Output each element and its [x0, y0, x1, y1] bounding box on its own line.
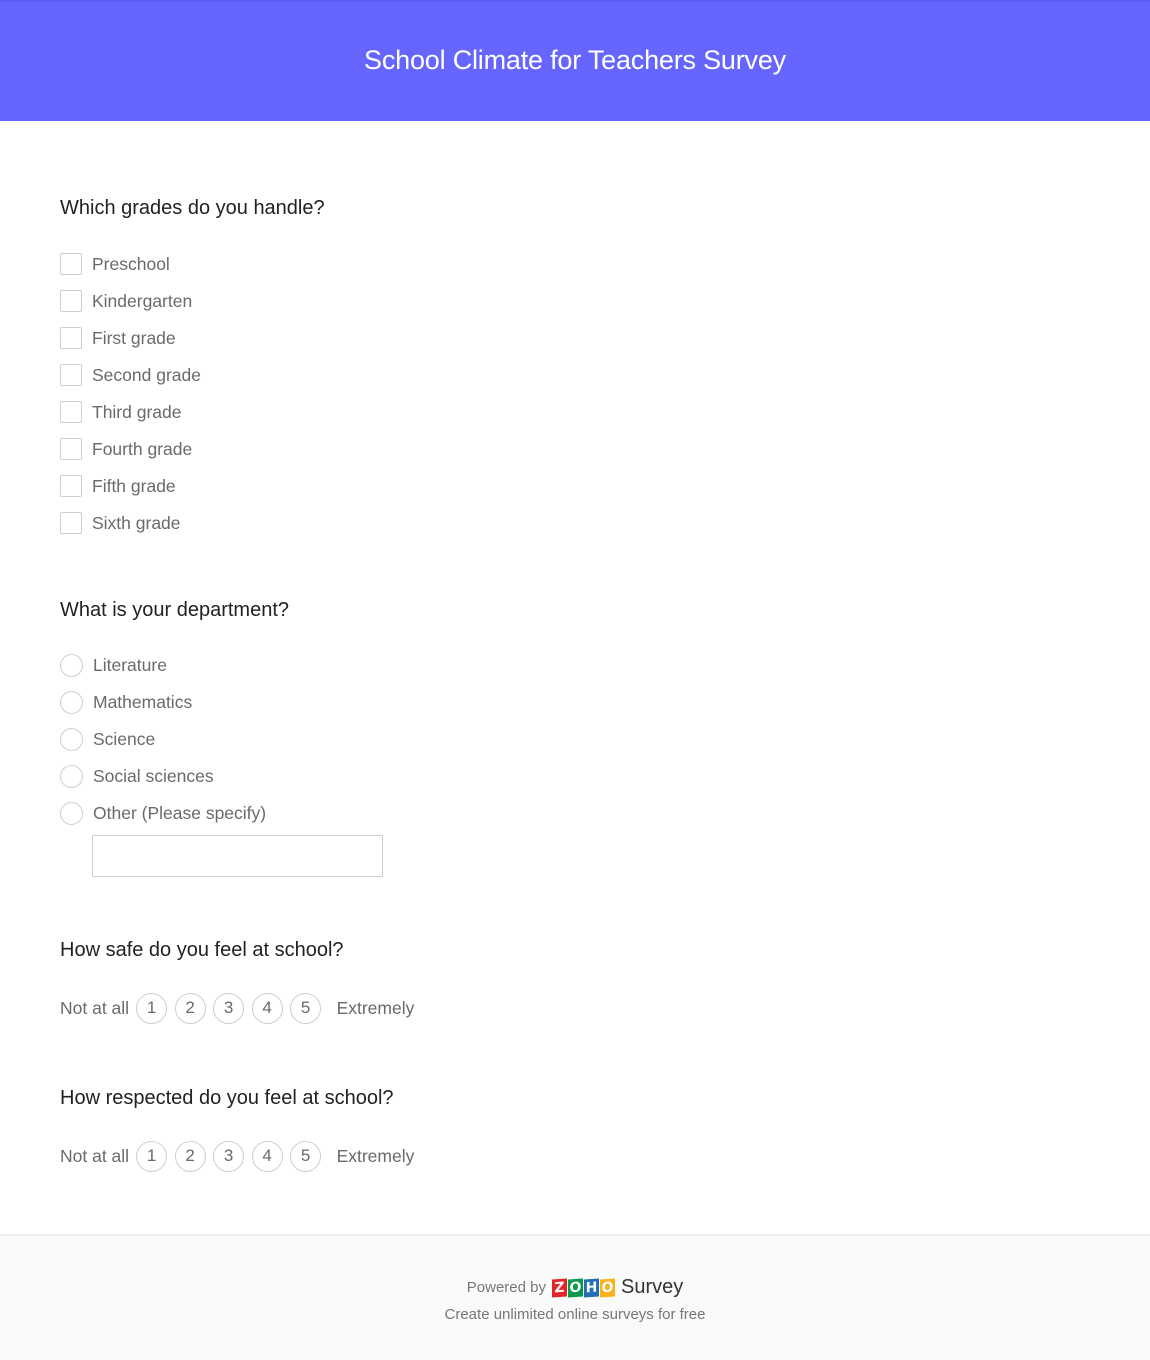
- option-label: Sixth grade: [92, 512, 181, 533]
- rating-option-4[interactable]: 4: [251, 992, 283, 1024]
- radio-option-mathematics[interactable]: Mathematics: [60, 690, 192, 714]
- radio-button[interactable]: [60, 727, 83, 751]
- zoho-letter: Z: [551, 1277, 567, 1298]
- checkbox[interactable]: [60, 290, 82, 312]
- rating-option-2[interactable]: 2: [174, 1140, 206, 1172]
- checkbox[interactable]: [60, 475, 82, 497]
- rating-option-1[interactable]: 1: [136, 1140, 168, 1172]
- rating-option-5[interactable]: 5: [290, 992, 322, 1024]
- scale-max-label: Extremely: [336, 997, 415, 1018]
- checkbox-option-sixth-grade[interactable]: Sixth grade: [60, 511, 181, 535]
- survey-title: School Climate for Teachers Survey: [364, 45, 786, 75]
- checkbox[interactable]: [60, 512, 82, 534]
- option-label: Social sciences: [93, 765, 214, 786]
- question-safety: How safe do you feel at school?: [60, 939, 344, 961]
- safety-rating-scale: Not at all 1 2 3 4 5 Extremely: [60, 992, 414, 1024]
- checkbox[interactable]: [60, 401, 82, 423]
- option-label: First grade: [92, 327, 176, 348]
- option-label: Fourth grade: [92, 438, 193, 459]
- radio-button[interactable]: [60, 690, 83, 714]
- checkbox[interactable]: [60, 438, 82, 460]
- checkbox-option-third-grade[interactable]: Third grade: [60, 400, 182, 424]
- checkbox[interactable]: [60, 327, 82, 349]
- rating-option-3[interactable]: 3: [213, 992, 245, 1024]
- rating-option-4[interactable]: 4: [251, 1140, 283, 1172]
- radio-button[interactable]: [60, 801, 83, 825]
- checkbox-option-preschool[interactable]: Preschool: [60, 252, 170, 276]
- radio-option-science[interactable]: Science: [60, 727, 155, 751]
- radio-option-literature[interactable]: Literature: [60, 653, 167, 677]
- footer-tagline[interactable]: Create unlimited online surveys for free: [0, 1306, 1150, 1323]
- radio-button[interactable]: [60, 764, 83, 788]
- option-label: Third grade: [92, 401, 182, 422]
- rating-option-3[interactable]: 3: [213, 1140, 245, 1172]
- option-label: Mathematics: [93, 691, 193, 712]
- survey-header: School Climate for Teachers Survey: [0, 0, 1150, 121]
- footer: Powered by Z O H O Survey Create unlimit…: [0, 1234, 1150, 1360]
- question-respect: How respected do you feel at school?: [60, 1087, 394, 1109]
- option-label: Literature: [93, 654, 167, 675]
- option-label: Second grade: [92, 364, 201, 385]
- zoho-logo-icon[interactable]: Z O H O: [551, 1277, 616, 1299]
- option-label: Other (Please specify): [93, 802, 267, 823]
- checkbox[interactable]: [60, 364, 82, 386]
- rating-option-2[interactable]: 2: [174, 992, 206, 1024]
- respect-rating-scale: Not at all 1 2 3 4 5 Extremely: [60, 1140, 414, 1172]
- zoho-letter: H: [583, 1277, 599, 1298]
- checkbox-option-kindergarten[interactable]: Kindergarten: [60, 289, 192, 313]
- powered-by-text: Powered by: [466, 1279, 546, 1296]
- scale-min-label: Not at all: [60, 1145, 130, 1166]
- option-label: Preschool: [92, 253, 170, 274]
- radio-option-social-sciences[interactable]: Social sciences: [60, 764, 214, 788]
- question-department: What is your department?: [60, 599, 289, 621]
- checkbox-option-fifth-grade[interactable]: Fifth grade: [60, 474, 176, 498]
- option-label: Kindergarten: [92, 290, 193, 311]
- scale-max-label: Extremely: [336, 1145, 415, 1166]
- option-label: Science: [93, 728, 156, 749]
- powered-by-row[interactable]: Powered by Z O H O Survey: [0, 1276, 1150, 1299]
- rating-option-1[interactable]: 1: [136, 992, 168, 1024]
- option-label: Fifth grade: [92, 475, 176, 496]
- question-grades: Which grades do you handle?: [60, 197, 325, 219]
- other-specify-input[interactable]: [92, 835, 383, 877]
- checkbox[interactable]: [60, 253, 82, 275]
- radio-button[interactable]: [60, 653, 83, 677]
- checkbox-option-fourth-grade[interactable]: Fourth grade: [60, 437, 192, 461]
- radio-option-other[interactable]: Other (Please specify): [60, 801, 266, 825]
- checkbox-option-second-grade[interactable]: Second grade: [60, 363, 201, 387]
- brand-product-name[interactable]: Survey: [621, 1276, 683, 1299]
- checkbox-option-first-grade[interactable]: First grade: [60, 326, 176, 350]
- zoho-letter: O: [599, 1277, 615, 1298]
- scale-min-label: Not at all: [60, 997, 130, 1018]
- rating-option-5[interactable]: 5: [290, 1140, 322, 1172]
- zoho-letter: O: [567, 1277, 583, 1298]
